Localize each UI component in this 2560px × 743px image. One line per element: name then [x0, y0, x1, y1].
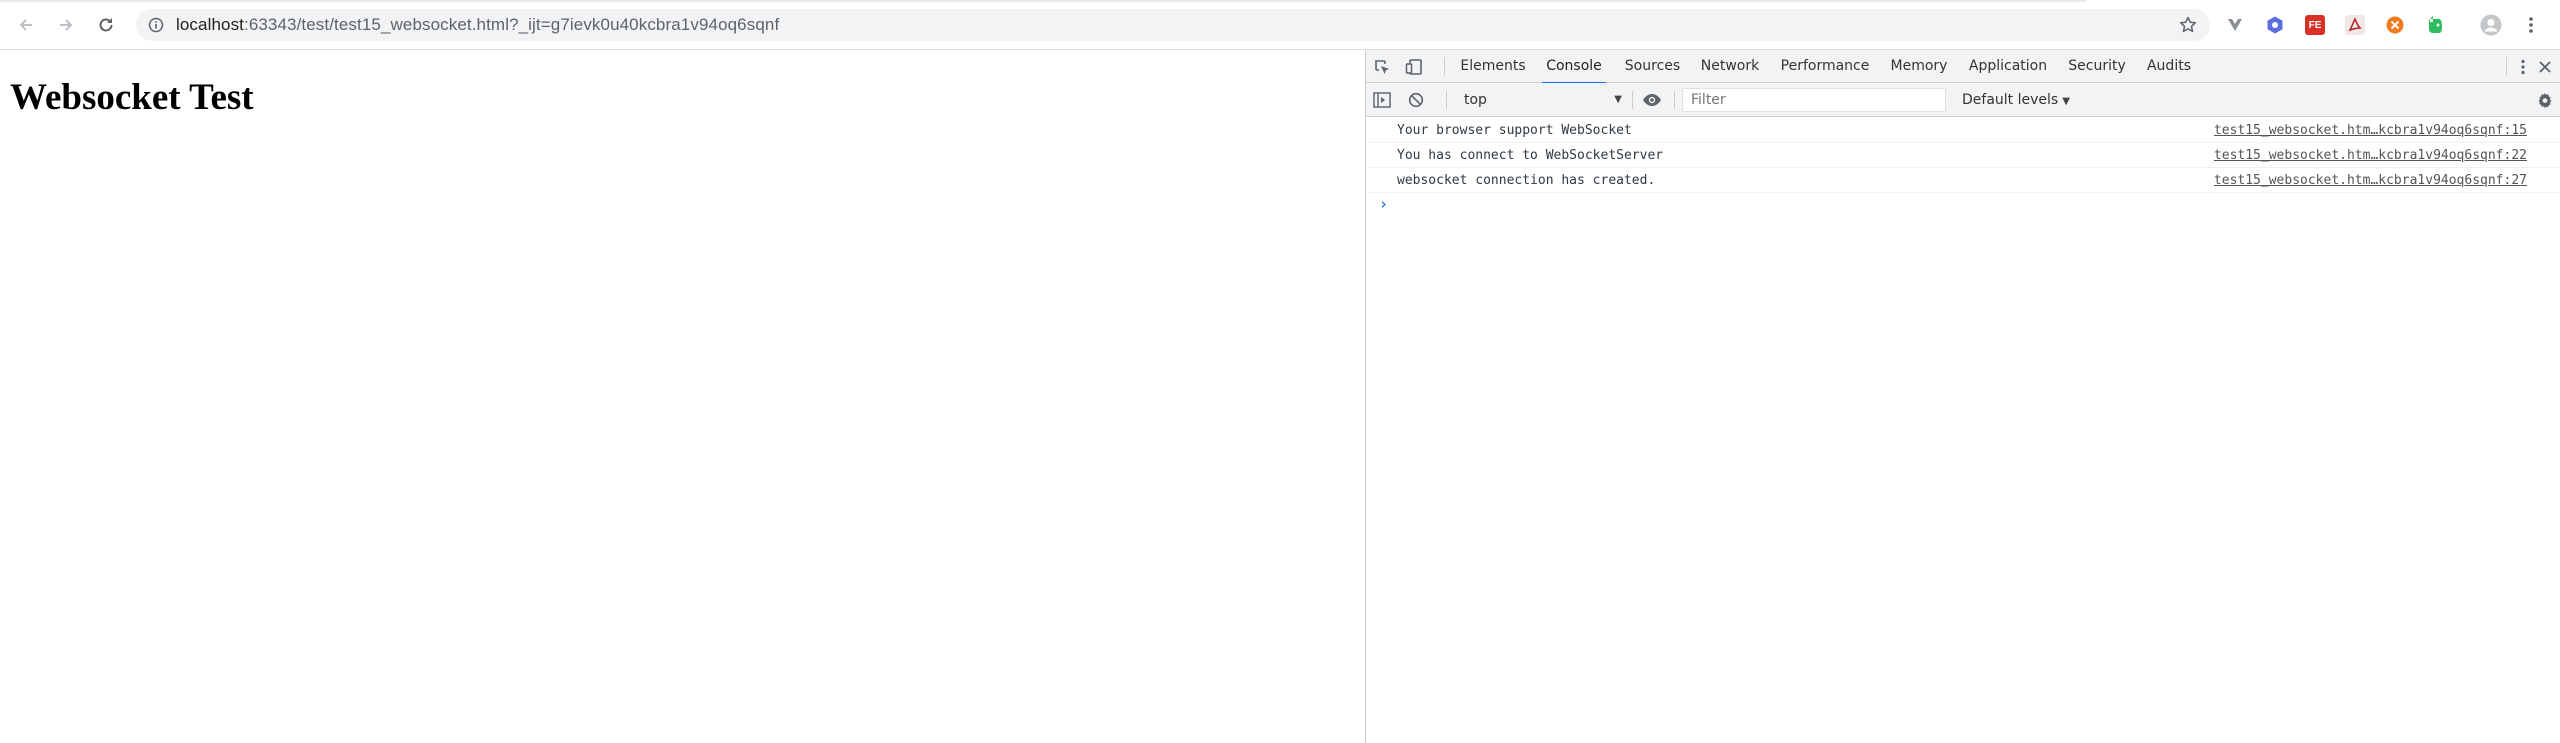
- inspect-icon: [1375, 59, 1389, 74]
- page-viewport: Websocket Test: [0, 50, 1365, 743]
- star-icon[interactable]: [2178, 15, 2198, 35]
- page-heading: Websocket Test: [10, 77, 254, 118]
- block-icon: [1408, 92, 1424, 108]
- avatar-icon: [2480, 14, 2502, 36]
- console-message-text: websocket connection has created.: [1397, 173, 1656, 188]
- log-levels-dropdown[interactable]: Default levels ▼: [1954, 88, 2070, 112]
- prompt-chevron-icon: ›: [1379, 195, 1389, 213]
- console-toolbar-divider: [1632, 91, 1633, 109]
- console-toolbar-divider: [1446, 91, 1447, 109]
- close-icon: [2539, 60, 2551, 73]
- console-prompt[interactable]: ›: [1366, 193, 2560, 215]
- evernote-icon: [2429, 16, 2442, 33]
- tabbar-divider: [1444, 57, 1445, 76]
- devtools-close-button[interactable]: [2529, 50, 2560, 83]
- console-toolbar-divider: [1674, 91, 1675, 109]
- browser-menu-button[interactable]: [2519, 13, 2543, 37]
- console-settings-button[interactable]: [2529, 83, 2560, 117]
- vue-devtools-extension[interactable]: [2223, 13, 2247, 37]
- tab-sources[interactable]: Sources: [1623, 50, 1682, 83]
- tab-network[interactable]: Network: [1699, 50, 1761, 83]
- reload-icon: [99, 18, 113, 32]
- live-expression-button[interactable]: [1636, 83, 1668, 117]
- clear-console-button[interactable]: [1400, 83, 1432, 117]
- show-sidebar-button[interactable]: [1366, 83, 1398, 117]
- gear-icon: [2538, 93, 2552, 108]
- circle-x-icon: [2386, 16, 2404, 34]
- hex-icon: [2267, 16, 2283, 34]
- console-message: Your browser support WebSocket test15_we…: [1366, 118, 2560, 143]
- address-bar[interactable]: localhost:63343/test/test15_websocket.ht…: [136, 9, 2210, 41]
- tab-elements[interactable]: Elements: [1460, 50, 1526, 83]
- console-message-text: Your browser support WebSocket: [1397, 123, 1632, 138]
- arrow-right-icon: [60, 19, 73, 31]
- dropdown-caret-icon: ▼: [2062, 96, 2070, 107]
- context-value: top: [1464, 92, 1487, 108]
- dropdown-caret-icon: ▼: [1614, 94, 1622, 105]
- tab-console[interactable]: Console: [1542, 50, 1606, 84]
- tab-application[interactable]: Application: [1966, 50, 2050, 83]
- console-messages: Your browser support WebSocket test15_we…: [1366, 118, 2560, 215]
- url-text[interactable]: localhost:63343/test/test15_websocket.ht…: [176, 9, 779, 41]
- loading-indicator: [0, 0, 2086, 2]
- devtools-tab-bar: Elements Console Sources Network Perform…: [1366, 50, 2560, 84]
- log-levels-label: Default levels: [1962, 92, 2059, 108]
- forward-button[interactable]: [50, 9, 82, 41]
- reload-button[interactable]: [90, 9, 122, 41]
- fe-icon: FE: [2305, 15, 2325, 35]
- acrobat-extension[interactable]: [2343, 13, 2367, 37]
- console-filter-input[interactable]: [1682, 88, 1946, 112]
- url-path: :63343/test/test15_websocket.html?_ijt=g…: [244, 15, 780, 34]
- tab-security[interactable]: Security: [2067, 50, 2127, 83]
- kebab-menu-icon: [2529, 17, 2533, 33]
- profile-button[interactable]: [2479, 13, 2503, 37]
- acrobat-icon: [2345, 15, 2365, 35]
- react-devtools-extension[interactable]: [2263, 13, 2287, 37]
- devtools-panel: Elements Console Sources Network Perform…: [1365, 50, 2560, 743]
- console-source-link[interactable]: test15_websocket.htm…kcbra1v94oq6sqnf:22: [2214, 143, 2527, 168]
- console-source-link[interactable]: test15_websocket.htm…kcbra1v94oq6sqnf:15: [2214, 118, 2527, 143]
- url-host: localhost: [176, 15, 244, 34]
- evernote-extension[interactable]: [2423, 13, 2447, 37]
- back-button[interactable]: [10, 9, 42, 41]
- tab-performance[interactable]: Performance: [1778, 50, 1872, 83]
- fehelper-extension[interactable]: FE: [2303, 13, 2327, 37]
- tab-audits[interactable]: Audits: [2143, 50, 2195, 83]
- browser-toolbar: localhost:63343/test/test15_websocket.ht…: [0, 0, 2560, 50]
- console-message: websocket connection has created. test15…: [1366, 168, 2560, 193]
- console-message: You has connect to WebSocketServer test1…: [1366, 143, 2560, 168]
- eye-icon: [1643, 94, 1661, 106]
- device-icon: [1405, 58, 1422, 75]
- orange-extension[interactable]: [2383, 13, 2407, 37]
- inspect-element-button[interactable]: [1366, 50, 1398, 83]
- console-source-link[interactable]: test15_websocket.htm…kcbra1v94oq6sqnf:27: [2214, 168, 2527, 193]
- console-message-text: You has connect to WebSocketServer: [1397, 148, 1664, 163]
- context-selector[interactable]: top ▼: [1456, 88, 1626, 112]
- v-chevron-icon: [2228, 19, 2242, 31]
- console-toolbar: top ▼ Default levels▼: [1366, 83, 2560, 117]
- arrow-left-icon: [19, 19, 32, 31]
- kebab-menu-icon: [2521, 59, 2525, 74]
- info-icon[interactable]: [148, 17, 164, 33]
- device-toolbar-button[interactable]: [1398, 50, 1430, 83]
- tab-memory[interactable]: Memory: [1889, 50, 1949, 83]
- sidebar-toggle-icon: [1373, 92, 1391, 108]
